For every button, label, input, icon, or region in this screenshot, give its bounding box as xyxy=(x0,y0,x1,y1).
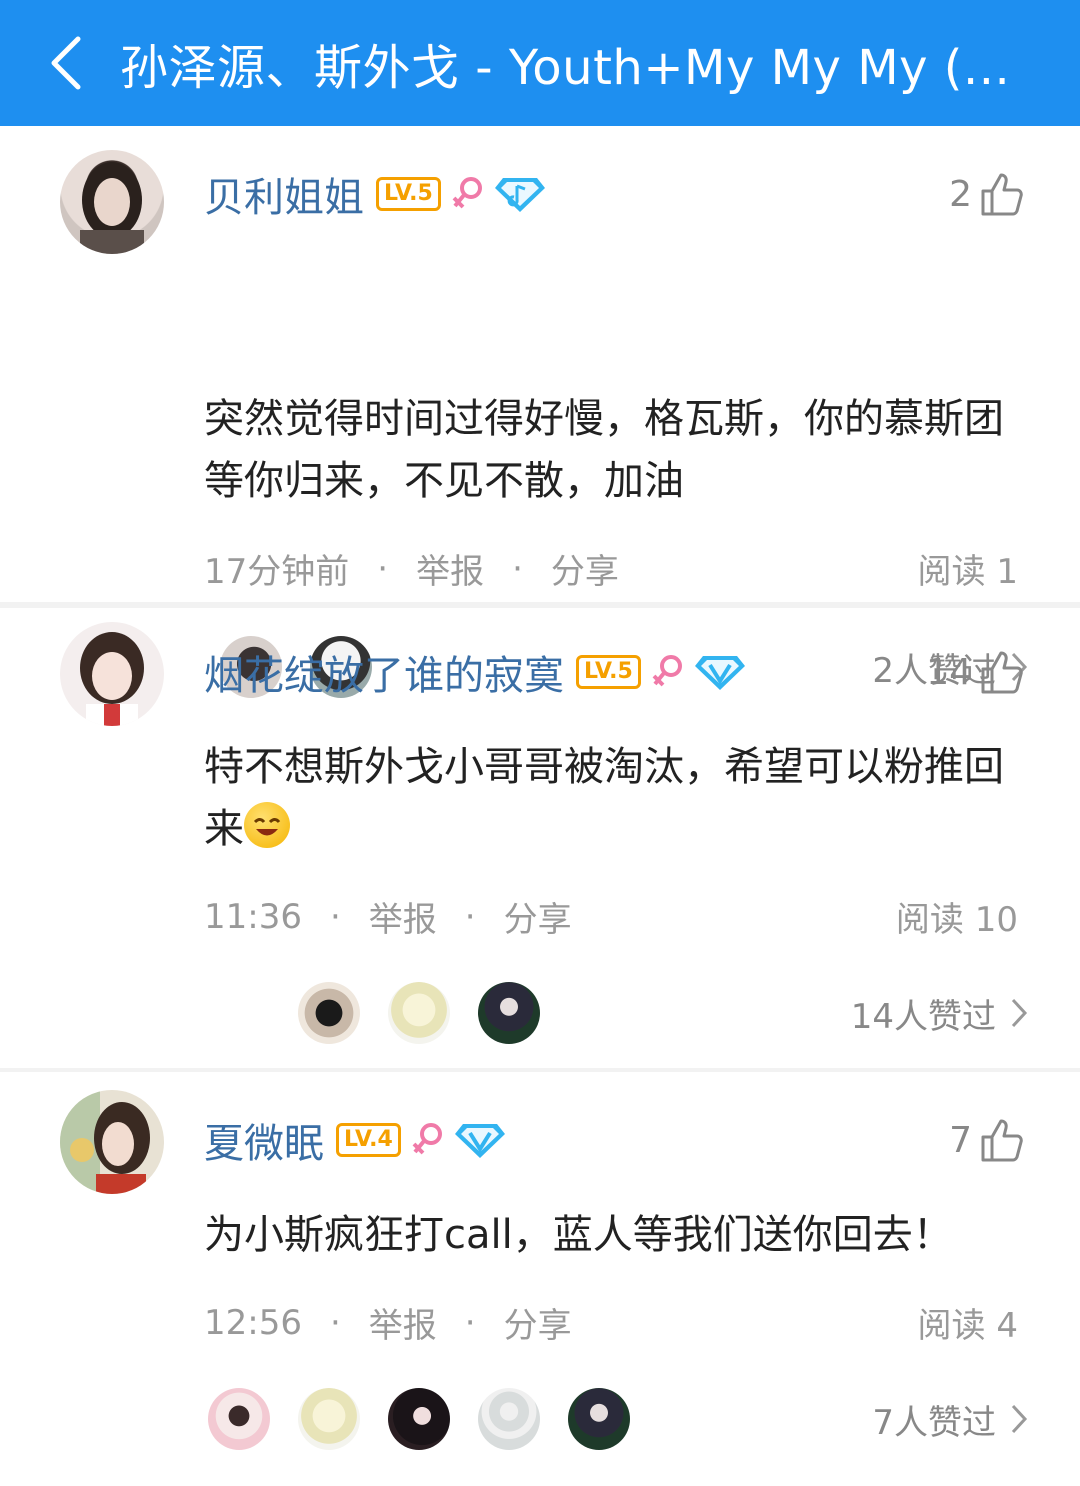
liker-avatar[interactable] xyxy=(298,982,360,1044)
like-button[interactable]: 14 xyxy=(926,649,1024,695)
liker-avatar[interactable] xyxy=(298,1388,360,1450)
level-badge: LV.4 xyxy=(336,1123,401,1157)
thumbs-up-icon xyxy=(981,173,1023,216)
avatar[interactable] xyxy=(60,1090,164,1194)
comment-item: 夏微眠 LV.4 7 为小斯疯狂打call，蓝人等我们送你回去！ 12:56 ·… xyxy=(0,1068,1080,1486)
comment-text: 为小斯疯狂打call，蓝人等我们送你回去！ xyxy=(204,1212,953,1258)
report-link[interactable]: 举报 xyxy=(416,544,484,593)
avatar[interactable] xyxy=(60,622,164,726)
thumbs-up-icon xyxy=(981,651,1023,694)
liker-avatar[interactable] xyxy=(568,1388,630,1450)
like-button[interactable]: 2 xyxy=(949,171,1024,217)
female-icon xyxy=(412,1123,442,1155)
report-link[interactable]: 举报 xyxy=(369,1298,437,1347)
comment-header: 贝利姐姐 LV.5 2 xyxy=(204,164,1024,224)
chevron-right-icon xyxy=(1011,998,1028,1028)
liker-avatar[interactable] xyxy=(388,1388,450,1450)
comment-header: 夏微眠 LV.4 7 xyxy=(204,1110,1024,1170)
likers-link[interactable]: 7人赞过 xyxy=(872,1395,1028,1444)
smile-emoji-icon xyxy=(244,802,290,848)
vip-diamond-icon[interactable] xyxy=(453,1120,507,1160)
liker-avatar[interactable] xyxy=(478,982,540,1044)
comment-item: 贝利姐姐 LV.5 2 突然觉得时间过得好慢，格瓦斯，你的慕斯团等你归来，不见不… xyxy=(0,126,1080,698)
read-count: 阅读 4 xyxy=(917,1306,1018,1346)
read-count: 阅读 10 xyxy=(895,900,1018,940)
comment-meta: 12:56 · 举报 · 分享 阅读 4 xyxy=(204,1298,1018,1347)
comment-meta: 11:36 · 举报 · 分享 阅读 10 xyxy=(204,892,1018,941)
thumbs-up-icon xyxy=(981,1119,1023,1162)
comment-text: 突然觉得时间过得好慢，格瓦斯，你的慕斯团等你归来，不见不散，加油 xyxy=(204,396,1004,504)
separator: · xyxy=(329,1302,341,1343)
like-count: 14 xyxy=(926,651,972,693)
share-link[interactable]: 分享 xyxy=(551,544,619,593)
liker-avatar[interactable] xyxy=(208,1388,270,1450)
level-badge: LV.5 xyxy=(576,655,641,689)
username[interactable]: 夏微眠 xyxy=(204,1111,324,1169)
timestamp: 12:56 xyxy=(204,1302,302,1343)
female-icon xyxy=(652,655,682,687)
liker-avatar[interactable] xyxy=(478,1388,540,1450)
vip-diamond-icon[interactable] xyxy=(493,174,547,214)
read-count: 阅读 1 xyxy=(917,552,1018,592)
level-badge: LV.5 xyxy=(376,177,441,211)
likers-row[interactable]: 7人赞过 xyxy=(204,1386,1028,1452)
liker-avatar[interactable] xyxy=(388,982,450,1044)
like-count: 7 xyxy=(949,1119,972,1161)
share-link[interactable]: 分享 xyxy=(504,1298,572,1347)
page-title: 孙泽源、斯外戈 - Youth+My My My (... xyxy=(120,40,1011,96)
female-icon xyxy=(452,177,482,209)
timestamp: 11:36 xyxy=(204,896,302,937)
comment-meta: 17分钟前 · 举报 · 分享 阅读 1 xyxy=(204,544,1018,593)
like-button[interactable]: 7 xyxy=(949,1117,1024,1163)
avatar[interactable] xyxy=(60,150,164,254)
share-link[interactable]: 分享 xyxy=(504,892,572,941)
separator: · xyxy=(464,1302,476,1343)
like-count: 2 xyxy=(949,173,972,215)
separator: · xyxy=(464,896,476,937)
comment-text: 特不想斯外戈小哥哥被淘汰，希望可以粉推回来 xyxy=(204,736,1010,860)
top-bar: 孙泽源、斯外戈 - Youth+My My My (... xyxy=(0,0,1080,126)
username[interactable]: 烟花绽放了谁的寂寞 xyxy=(204,643,564,701)
back-button[interactable] xyxy=(40,33,92,93)
username[interactable]: 贝利姐姐 xyxy=(204,165,364,223)
likers-summary: 14人赞过 xyxy=(850,996,996,1037)
comment-text-content: 特不想斯外戈小哥哥被淘汰，希望可以粉推回来 xyxy=(204,744,1004,852)
timestamp: 17分钟前 xyxy=(204,552,350,592)
likers-row[interactable]: 14人赞过 xyxy=(204,980,1028,1046)
vip-diamond-icon[interactable] xyxy=(693,652,747,692)
chevron-left-icon xyxy=(51,36,81,90)
comment-header: 烟花绽放了谁的寂寞 LV.5 14 xyxy=(204,642,1024,702)
separator: · xyxy=(377,548,389,589)
separator: · xyxy=(512,548,523,589)
chevron-right-icon xyxy=(1011,1404,1028,1434)
comment-item: 烟花绽放了谁的寂寞 LV.5 14 特不想斯外戈小哥哥被淘汰，希望可以粉推回来 … xyxy=(0,604,1080,1072)
separator: · xyxy=(329,896,341,937)
likers-summary: 7人赞过 xyxy=(872,1402,996,1443)
report-link[interactable]: 举报 xyxy=(369,892,437,941)
likers-link[interactable]: 14人赞过 xyxy=(851,989,1028,1038)
